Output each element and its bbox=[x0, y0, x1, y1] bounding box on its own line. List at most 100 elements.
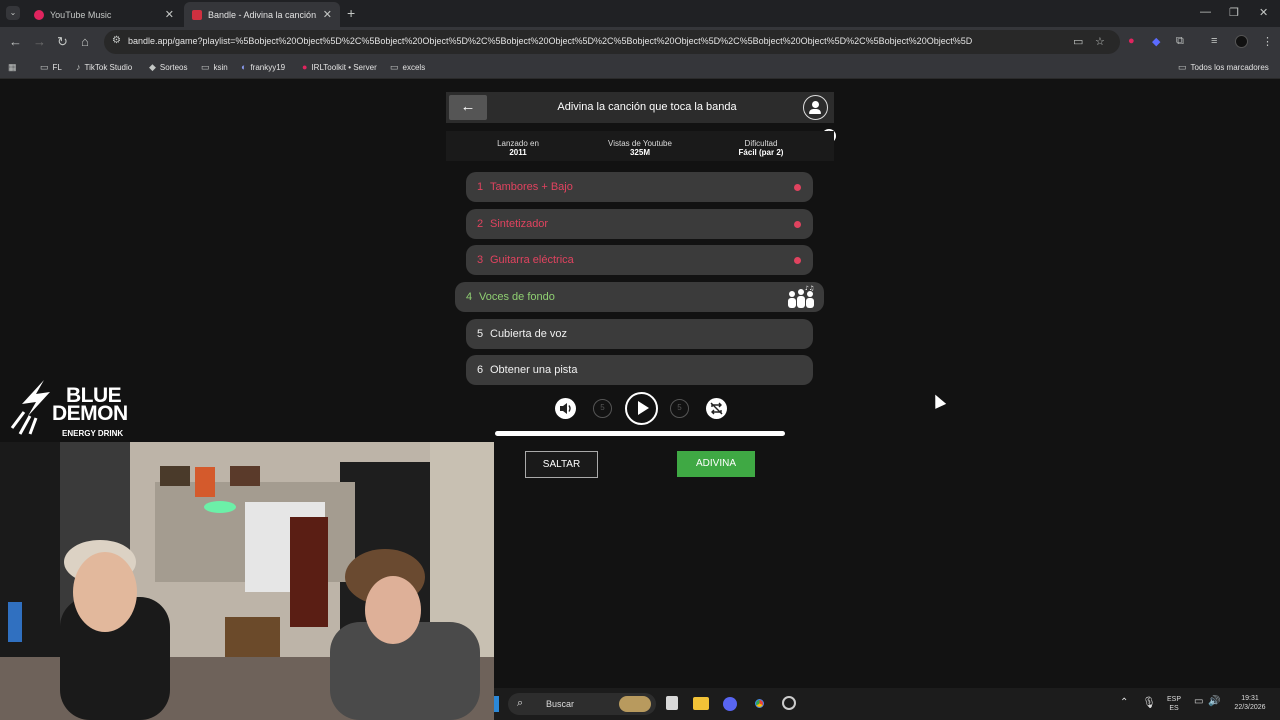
song-stats: Lanzado en 2011 Vistas de Youtube 325M D… bbox=[446, 131, 834, 161]
task-view-icon[interactable] bbox=[666, 696, 678, 710]
forward-5-button[interactable]: 5 bbox=[670, 399, 689, 418]
tab-title: Bandle - Adivina la canción, un bbox=[208, 9, 317, 20]
bookmark-frankyy19[interactable]: ◐ frankyy19 bbox=[241, 62, 285, 72]
bookmark-sorteos[interactable]: ◆ Sorteos bbox=[149, 62, 188, 73]
youtube-music-icon bbox=[34, 9, 44, 20]
wrong-mark-icon bbox=[794, 183, 801, 191]
back-arrow-icon[interactable]: ← bbox=[9, 34, 22, 50]
site-info-icon[interactable]: ⚙ bbox=[112, 35, 121, 46]
bandle-icon bbox=[192, 9, 202, 20]
menu-dots-icon[interactable]: ⋮ bbox=[1262, 35, 1273, 48]
page-title: Adivina la canción que toca la banda bbox=[557, 101, 737, 113]
repeat-off-icon bbox=[710, 402, 723, 415]
tab-title: YouTube Music bbox=[50, 9, 112, 20]
language-indicator[interactable]: ESP ES bbox=[1164, 695, 1184, 713]
bookmark-star-icon[interactable]: ☆ bbox=[1095, 35, 1105, 48]
taskbar-search[interactable]: ⌕ Buscar bbox=[508, 693, 656, 715]
browser-toolbar: ← → ↻ ⌂ ⚙ bandle.app/game?playlist=%5Bob… bbox=[0, 27, 1280, 57]
media-control-icon[interactable]: ≡ bbox=[1211, 35, 1217, 47]
irltoolkit-icon: ● bbox=[302, 62, 308, 72]
bookmark-ksin[interactable]: ▭ ksin bbox=[201, 62, 228, 73]
play-icon bbox=[637, 401, 649, 415]
tab-bandle[interactable]: Bandle - Adivina la canción, un ✕ bbox=[184, 2, 340, 27]
apps-grid-icon[interactable]: ▦ bbox=[8, 62, 21, 73]
attempt-row-1[interactable]: 1 Tambores + Bajo bbox=[466, 172, 813, 202]
diamond-icon: ◆ bbox=[149, 62, 156, 72]
bookmark-irltoolkit[interactable]: ● IRLToolkit • Server bbox=[302, 62, 377, 72]
close-window-icon[interactable]: ✕ bbox=[1259, 6, 1268, 19]
stat-difficulty: Dificultad Fácil (par 2) bbox=[738, 139, 784, 157]
wrong-mark-icon bbox=[794, 220, 801, 228]
bookmarks-bar: ▦ ▭ FL ♪ TikTok Studio ◆ Sorteos ▭ ksin ◐ fra… bbox=[0, 57, 1280, 79]
back-button[interactable]: ← bbox=[449, 95, 487, 120]
all-bookmarks[interactable]: ▭ Todos los marcadores bbox=[1178, 62, 1269, 73]
network-icon[interactable]: ▭ bbox=[1194, 696, 1203, 707]
attempt-row-5[interactable]: 5 Cubierta de voz bbox=[466, 319, 813, 349]
minimize-icon[interactable]: — bbox=[1200, 6, 1211, 18]
search-highlight-image bbox=[619, 696, 651, 712]
volume-icon bbox=[560, 403, 571, 414]
sponsor-logo: BLUE DEMON ENERGY DRINK bbox=[6, 376, 136, 438]
mouse-cursor-icon bbox=[929, 392, 947, 409]
attempt-row-3[interactable]: 3 Guitarra eléctrica bbox=[466, 245, 813, 275]
restore-icon[interactable]: ❐ bbox=[1229, 6, 1239, 19]
close-tab-icon[interactable]: ✕ bbox=[323, 8, 332, 21]
chrome-icon[interactable] bbox=[752, 696, 767, 711]
skip-button[interactable]: SALTAR bbox=[525, 451, 598, 478]
close-tab-icon[interactable]: ✕ bbox=[165, 8, 174, 21]
bookmark-fl[interactable]: ▭ FL bbox=[40, 62, 62, 73]
wrong-mark-icon bbox=[794, 256, 801, 264]
start-icon[interactable] bbox=[494, 696, 499, 712]
logo-line-2: DEMON bbox=[52, 402, 128, 425]
rewind-5-button[interactable]: 5 bbox=[593, 399, 612, 418]
extension-red-icon[interactable]: ● bbox=[1128, 35, 1135, 47]
loop-off-button[interactable] bbox=[706, 398, 727, 419]
speaker-icon[interactable]: 🔊 bbox=[1208, 696, 1220, 707]
folder-icon: ▭ bbox=[40, 62, 49, 72]
guess-button[interactable]: ADIVINA bbox=[677, 451, 755, 477]
volume-button[interactable] bbox=[555, 398, 576, 419]
back-arrow-icon: ← bbox=[460, 98, 476, 115]
stat-released: Lanzado en 2011 bbox=[497, 139, 539, 157]
url-text: bandle.app/game?playlist=%5Bobject%20Obj… bbox=[128, 36, 973, 46]
folder-icon: ▭ bbox=[1178, 62, 1187, 72]
new-tab-button[interactable]: + bbox=[347, 5, 355, 21]
tab-youtube-music[interactable]: YouTube Music ✕ bbox=[26, 2, 182, 27]
folder-icon: ▭ bbox=[201, 62, 210, 72]
file-explorer-icon[interactable] bbox=[693, 697, 709, 710]
player-controls: 5 5 bbox=[446, 392, 834, 432]
tab-search-menu-icon[interactable]: ⌄ bbox=[6, 6, 20, 20]
windows-taskbar: ⌕ Buscar ⌃ 🎙 ESP ES ▭ 🔊 19:31 22/3/2026 bbox=[494, 688, 1280, 720]
extension-blue-icon[interactable]: ◆ bbox=[1152, 35, 1160, 48]
folder-icon: ▭ bbox=[390, 62, 399, 72]
tiktok-icon: ♪ bbox=[76, 62, 81, 72]
play-button[interactable] bbox=[625, 392, 658, 425]
home-icon[interactable]: ⌂ bbox=[81, 34, 89, 50]
extensions-icon[interactable]: ⧉ bbox=[1176, 35, 1184, 48]
install-app-icon[interactable]: ▭ bbox=[1073, 35, 1083, 48]
webcam-scene bbox=[0, 442, 494, 720]
game-header: ← Adivina la canción que toca la banda bbox=[446, 92, 834, 123]
microphone-icon[interactable]: 🎙 bbox=[1142, 696, 1156, 709]
attempt-row-4[interactable]: 4 Voces de fondo ♪♫ bbox=[455, 282, 824, 312]
forward-arrow-icon[interactable]: → bbox=[33, 34, 46, 50]
twitch-icon: ◐ bbox=[241, 62, 247, 72]
attempt-row-6[interactable]: 6 Obtener una pista bbox=[466, 355, 813, 385]
clock[interactable]: 19:31 22/3/2026 bbox=[1230, 694, 1270, 712]
bookmark-excels[interactable]: ▭ excels bbox=[390, 62, 425, 73]
reload-icon[interactable]: ↻ bbox=[57, 34, 68, 50]
address-bar[interactable]: ⚙ bandle.app/game?playlist=%5Bobject%20O… bbox=[104, 30, 1120, 54]
playback-progress-bar[interactable] bbox=[495, 431, 785, 436]
choir-singers-icon: ♪♫ bbox=[788, 285, 814, 308]
logo-line-3: ENERGY DRINK bbox=[62, 429, 124, 438]
search-icon: ⌕ bbox=[517, 697, 524, 709]
discord-icon[interactable] bbox=[723, 697, 737, 711]
user-profile-icon[interactable] bbox=[803, 95, 828, 120]
tray-expand-icon[interactable]: ⌃ bbox=[1120, 697, 1128, 708]
app-icon[interactable] bbox=[782, 696, 796, 710]
bookmark-tiktok-studio[interactable]: ♪ TikTok Studio bbox=[76, 62, 132, 72]
browser-tab-bar: ⌄ YouTube Music ✕ Bandle - Adivina la ca… bbox=[0, 0, 1280, 27]
attempt-row-2[interactable]: 2 Sintetizador bbox=[466, 209, 813, 239]
profile-avatar[interactable] bbox=[1235, 35, 1248, 48]
webcam-feed bbox=[0, 442, 494, 720]
